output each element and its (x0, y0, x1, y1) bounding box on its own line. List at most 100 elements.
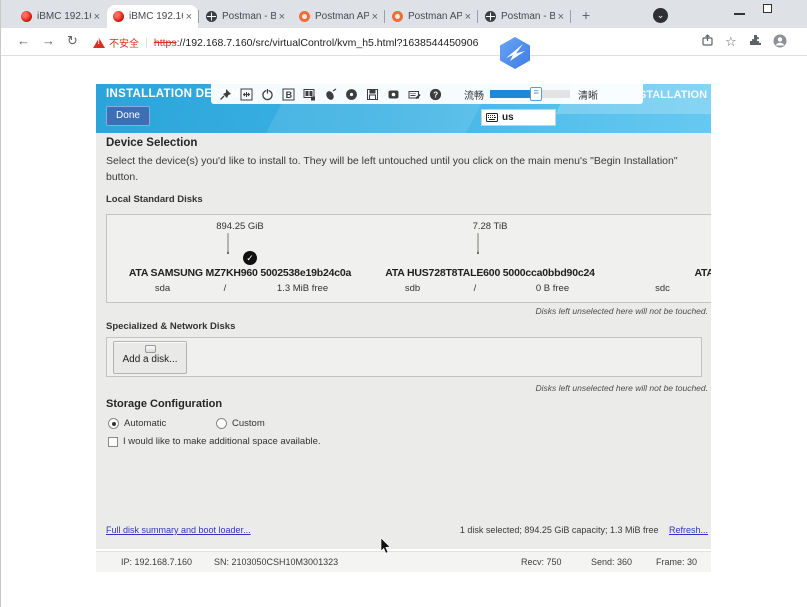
tab-close-icon[interactable]: × (465, 11, 471, 23)
selection-summary-text: 1 disk selected; 894.25 GiB capacity; 1.… (460, 525, 659, 535)
refresh-link[interactable]: Refresh... (669, 525, 708, 535)
security-warning-icon (93, 38, 105, 48)
not-secure-label: 不安全 (109, 35, 139, 50)
url-field[interactable]: 不安全 | https ://192.168.7.160/src/virtual… (93, 35, 478, 50)
help-icon[interactable]: ? (429, 88, 442, 101)
unselected-note: Disks left unselected here will not be t… (536, 306, 708, 316)
local-disks-panel: 894.25 GiB ✓ ATA SAMSUNG MZ7KH960 500253… (106, 214, 711, 303)
browser-window: iBMC 192.168.7.16 × iBMC 192.168.7.16 × … (0, 0, 807, 607)
quality-slider[interactable] (490, 90, 570, 98)
ibmc-favicon (21, 11, 32, 22)
disk-mount: / (460, 283, 490, 294)
fullscreen-icon[interactable] (240, 88, 253, 101)
url-text: ://192.168.7.160/src/virtualControl/kvm_… (177, 37, 479, 49)
pin-icon[interactable] (219, 88, 232, 101)
additional-space-row: I would like to make additional space av… (108, 436, 321, 447)
tab-divider (570, 10, 571, 23)
tab-postman-browse-1[interactable]: Postman - Browse × (200, 5, 291, 28)
tab-strip: iBMC 192.168.7.16 × iBMC 192.168.7.16 × … (1, 0, 807, 28)
keyboard-icon (486, 113, 498, 122)
tab-postman-browse-2[interactable]: Postman - Browse × (479, 5, 570, 28)
disk-dev: sda (115, 283, 210, 294)
postman-favicon (392, 11, 403, 22)
installer-content: Device Selection Select the device(s) yo… (96, 133, 711, 545)
checkbox-additional-space[interactable] (108, 437, 118, 447)
add-disk-label: Add a disk... (114, 354, 186, 365)
disk-dev: sdb (365, 283, 460, 294)
bookmark-star-icon[interactable]: ☆ (725, 34, 737, 50)
small-disk-icon (145, 345, 156, 353)
status-frame: Frame: 30 (656, 557, 697, 567)
back-button[interactable]: ← (17, 33, 30, 48)
add-disk-button[interactable]: Add a disk... (113, 341, 187, 374)
disc-icon[interactable] (345, 88, 358, 101)
disk-size: 7.28 TiB (473, 221, 508, 232)
download-helper-badge-icon[interactable] (497, 36, 533, 70)
floppy-save-icon[interactable] (366, 88, 379, 101)
unselected-note: Disks left unselected here will not be t… (536, 383, 708, 393)
checkbox-additional-space-label: I would like to make additional space av… (123, 436, 321, 447)
postman-favicon (299, 11, 310, 22)
disk-name: ATA SAMSUNG MZ7KH960 5002538e19b24c0a (129, 267, 351, 279)
installer-title-right: STALLATION (639, 89, 707, 101)
svg-text:?: ? (433, 90, 438, 99)
disk-free: 1.3 MiB free (240, 283, 365, 294)
network-disks-header: Specialized & Network Disks (106, 321, 235, 332)
url-divider: | (145, 37, 148, 49)
keyboard-layout-label: us (502, 112, 514, 123)
network-disks-panel: Add a disk... (106, 337, 702, 377)
tab-ibmc-2-active[interactable]: iBMC 192.168.7.16 × (107, 5, 198, 28)
keyboard-b-icon[interactable]: B (282, 88, 295, 101)
tab-close-icon[interactable]: × (94, 11, 100, 23)
disk-free: 0 B free (490, 283, 615, 294)
mouse-icon[interactable] (324, 88, 337, 101)
reload-button[interactable]: ↻ (67, 33, 78, 49)
keyboard-layout-indicator[interactable]: us (481, 109, 556, 126)
done-button[interactable]: Done (106, 106, 150, 126)
tab-divider (198, 10, 199, 23)
soft-keyboard-icon[interactable] (408, 88, 421, 101)
forward-button[interactable]: → (42, 33, 55, 48)
radio-automatic[interactable] (108, 418, 119, 429)
tab-label: Postman API Platfo (408, 11, 462, 22)
kvm-remote-screen[interactable]: INSTALLATION DESTINATION STALLATION Done… (96, 84, 711, 549)
disk-name: ATA HUS728T8TALE600 5000cca0bbd90c24 (385, 267, 595, 279)
extensions-puzzle-icon[interactable] (749, 34, 762, 52)
disk-selected-check-icon: ✓ (243, 251, 257, 265)
status-send: Send: 360 (591, 557, 632, 567)
radio-custom[interactable] (216, 418, 227, 429)
tab-ibmc-1[interactable]: iBMC 192.168.7.16 × (15, 5, 106, 28)
disk-sda[interactable]: 894.25 GiB ✓ ATA SAMSUNG MZ7KH960 500253… (115, 221, 365, 302)
disk-sdb[interactable]: 7.28 TiB ATA HUS728T8TALE600 5000cca0bbd… (365, 221, 615, 302)
maximize-button[interactable] (763, 4, 772, 13)
radio-custom-label: Custom (232, 418, 265, 429)
full-disk-summary-link[interactable]: Full disk summary and boot loader... (106, 525, 251, 535)
screen-split-icon[interactable] (303, 88, 316, 101)
disk-sdc[interactable]: 7 ATA HUS728T8TAL sdc (615, 221, 711, 302)
tab-label: Postman API Platfo (315, 11, 369, 22)
globe-favicon (485, 11, 496, 22)
new-tab-button[interactable]: + (576, 6, 596, 26)
minimize-button[interactable] (734, 13, 745, 15)
tab-label: Postman - Browse (222, 11, 276, 22)
tab-close-icon[interactable]: × (372, 11, 378, 23)
display-record-icon[interactable] (387, 88, 400, 101)
media-controls-icon[interactable]: ⌄ (653, 8, 668, 23)
power-icon[interactable] (261, 88, 274, 101)
profile-avatar-icon[interactable] (773, 34, 787, 53)
tab-postman-api-1[interactable]: Postman API Platfo × (293, 5, 384, 28)
share-icon[interactable] (701, 34, 714, 52)
tab-close-icon[interactable]: × (558, 11, 564, 23)
device-selection-description: Select the device(s) you'd like to insta… (106, 153, 702, 186)
quality-slider-handle[interactable] (530, 87, 542, 101)
kvm-toolbar: B ? 流畅 (211, 84, 643, 104)
tab-label: Postman - Browse (501, 11, 555, 22)
tab-close-icon[interactable]: × (279, 11, 285, 23)
tab-close-icon[interactable]: × (186, 11, 192, 23)
selection-summary: 1 disk selected; 894.25 GiB capacity; 1.… (460, 525, 708, 535)
storage-config-radios: Automatic Custom (108, 418, 265, 429)
tab-postman-api-2[interactable]: Postman API Platfo × (386, 5, 477, 28)
device-selection-header: Device Selection (106, 137, 197, 149)
radio-automatic-label: Automatic (124, 418, 204, 429)
disk-icon: ✓ (227, 234, 253, 264)
